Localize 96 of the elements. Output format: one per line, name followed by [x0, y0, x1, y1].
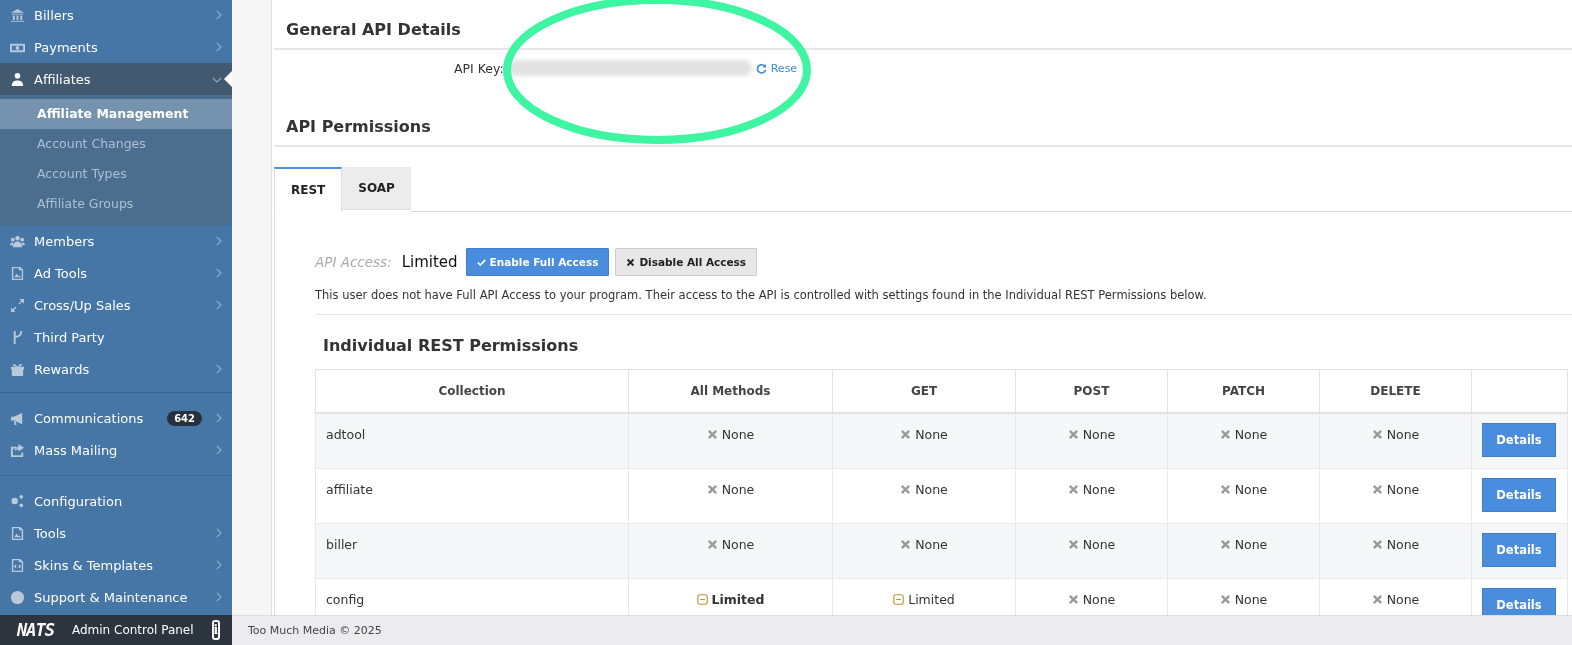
permission-status: None — [1082, 481, 1116, 497]
permission-status: None — [1386, 481, 1420, 497]
x-icon — [706, 483, 718, 495]
permission-status: None — [721, 427, 755, 442]
sidebar-item[interactable]: Cross/Up Sales — [0, 289, 232, 321]
sidebar-item[interactable]: Billers — [0, 0, 232, 31]
field-label: API Key: — [454, 60, 504, 76]
x-icon — [1067, 483, 1079, 495]
collection-name: affiliate — [326, 481, 373, 497]
table-title: Individual REST Permissions — [322, 335, 580, 357]
submenu-item[interactable]: Account Types — [0, 159, 232, 189]
x-icon — [1371, 593, 1383, 605]
sidebar-item[interactable]: Third Party — [0, 321, 232, 353]
share-icon — [10, 442, 25, 458]
minus-square-icon — [893, 593, 905, 605]
collection-name: config — [326, 591, 365, 607]
sidebar-item[interactable]: Skins & Templates — [0, 549, 232, 581]
sidebar-item[interactable]: Mass Mailing — [0, 434, 232, 466]
permission-status: Limited — [711, 591, 765, 607]
x-icon — [706, 429, 718, 440]
x-icon — [1067, 538, 1079, 550]
x-icon — [1371, 483, 1383, 495]
permission-status: None — [915, 427, 948, 442]
sidebar-item[interactable]: Tools — [0, 517, 232, 549]
submenu-item[interactable]: Affiliate Groups — [0, 189, 232, 219]
enable-button[interactable]: Enable Full Access — [465, 248, 610, 276]
permission-status: None — [1386, 591, 1420, 607]
x-icon — [1219, 483, 1231, 495]
details-button[interactable]: Details — [1482, 587, 1556, 615]
sidebar-item[interactable]: Affiliates — [0, 63, 232, 95]
x-icon — [1371, 538, 1383, 550]
permission-status: None — [721, 536, 755, 552]
x-icon — [900, 538, 912, 550]
submenu-item[interactable]: Account Changes — [0, 129, 232, 159]
bank-icon — [10, 7, 25, 23]
access-value: Limited — [401, 253, 458, 271]
permission-status: None — [1386, 427, 1420, 442]
info-button[interactable]: i — [211, 620, 221, 640]
megaphone-icon — [10, 410, 25, 426]
section-title: General API Details — [274, 0, 1572, 50]
refresh-icon — [755, 62, 767, 74]
sidebar-item[interactable]: Payments — [0, 31, 232, 63]
notice-text: This user does not have Full API Access to your program. Their access to the API is controlled with settings found in the Individual REST Permissions below. — [315, 288, 1208, 302]
x-icon — [1219, 538, 1231, 550]
permission-status: None — [1082, 427, 1116, 442]
sidebar-item[interactable]: Members — [0, 225, 232, 257]
sidebar-item[interactable]: Ad Tools — [0, 257, 232, 289]
permission-status: None — [1234, 427, 1268, 442]
details-button[interactable]: Details — [1482, 477, 1556, 512]
sidebar-item[interactable]: Configuration — [0, 485, 232, 517]
gift-icon — [10, 361, 25, 377]
field-label: API Access: — [315, 254, 392, 270]
permission-status: None — [1386, 536, 1420, 552]
app-title: Admin Control Panel — [71, 623, 194, 637]
x-icon — [1371, 429, 1383, 440]
permission-status: None — [1234, 536, 1268, 552]
tab[interactable]: SOAP — [342, 167, 411, 210]
x-icon — [1067, 429, 1079, 440]
disable-button[interactable]: Disable All Access — [615, 248, 758, 276]
permission-status: None — [915, 536, 948, 552]
copyright-text: Too Much Media © 2025 — [248, 624, 382, 637]
count-badge: 642 — [167, 410, 202, 426]
permission-status: None — [915, 481, 948, 497]
submenu-item[interactable]: Affiliate Management — [0, 99, 232, 129]
sidebar-item[interactable]: Rewards — [0, 353, 232, 385]
x-icon — [706, 538, 718, 550]
x-icon — [1219, 429, 1231, 440]
logo: NATS — [17, 620, 54, 640]
permission-status: Limited — [908, 591, 955, 607]
people-icon — [10, 233, 25, 249]
code-file-icon — [10, 557, 25, 573]
reset-link[interactable]: Rese — [770, 61, 798, 75]
minus-square-icon — [696, 593, 708, 605]
picture-file-icon — [10, 525, 25, 541]
permission-status: None — [721, 481, 755, 497]
sidebar-item[interactable]: Support & Maintenance — [0, 581, 232, 613]
picture-file-icon — [10, 265, 25, 281]
x-icon — [900, 483, 912, 495]
diagonal-arrows-icon — [10, 297, 25, 313]
x-icon — [1219, 593, 1231, 605]
details-button[interactable]: Details — [1482, 532, 1556, 567]
sidebar-item[interactable]: Communications 642 — [0, 402, 232, 434]
collection-name: biller — [326, 536, 358, 552]
permission-status: None — [1234, 481, 1268, 497]
x-icon — [626, 257, 636, 267]
permission-status: None — [1082, 536, 1116, 552]
permission-status: None — [1234, 591, 1268, 607]
x-icon — [1067, 593, 1079, 605]
person-icon — [10, 71, 25, 87]
details-button[interactable]: Details — [1482, 423, 1556, 457]
check-icon — [476, 257, 486, 267]
x-icon — [900, 429, 912, 440]
collection-name: adtool — [326, 427, 366, 442]
permission-status: None — [1082, 591, 1116, 607]
section-title: API Permissions — [274, 86, 1572, 147]
tab[interactable]: REST — [274, 167, 343, 212]
